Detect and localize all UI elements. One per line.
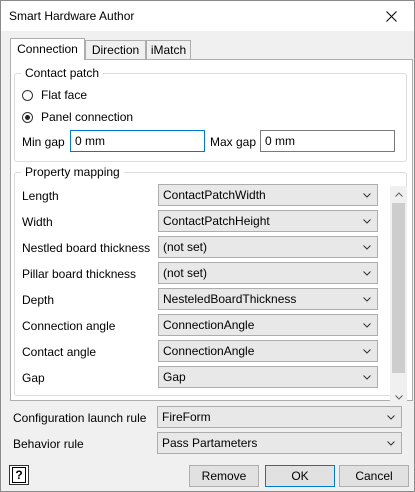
nestled-board-thickness-select[interactable]: (not set) [158, 236, 378, 258]
chevron-down-icon [363, 237, 371, 257]
flat-face-label: Flat face [41, 88, 88, 102]
window-title: Smart Hardware Author [9, 9, 135, 23]
depth-label: Depth [22, 293, 55, 307]
behavior-rule-label: Behavior rule [13, 437, 84, 451]
width-select[interactable]: ContactPatchHeight [158, 210, 378, 232]
nestled-board-thickness-label: Nestled board thickness [22, 241, 151, 255]
panel-connection-radio[interactable]: Panel connection [22, 110, 133, 124]
ok-button[interactable]: OK [265, 465, 335, 487]
chevron-down-icon [363, 263, 371, 283]
scroll-thumb[interactable] [392, 203, 405, 373]
help-button[interactable]: ? [9, 465, 29, 485]
close-button[interactable] [368, 1, 414, 31]
connection-tab-panel: Contact patch Flat face Panel connection… [10, 59, 413, 406]
chevron-down-icon [363, 211, 371, 231]
flat-face-radio[interactable]: Flat face [22, 88, 87, 102]
connection-angle-value: ConnectionAngle [163, 318, 255, 332]
min-gap-label: Min gap [22, 135, 65, 149]
configuration-launch-rule-label: Configuration launch rule [13, 411, 147, 425]
flat-face-radio-indicator[interactable] [22, 89, 33, 101]
behavior-rule-value: Pass Partameters [162, 436, 258, 450]
cancel-button[interactable]: Cancel [339, 465, 409, 487]
scroll-up-icon [394, 192, 403, 197]
depth-select[interactable]: NesteledBoardThickness [158, 288, 378, 310]
chevron-down-icon [363, 289, 371, 309]
gap-label: Gap [22, 371, 45, 385]
min-gap-input[interactable]: 0 mm [70, 130, 205, 152]
gap-value: Gap [163, 370, 186, 384]
width-label: Width [22, 215, 53, 229]
scroll-down-button[interactable] [390, 389, 407, 406]
chevron-down-icon [363, 185, 371, 205]
panel-connection-radio-indicator[interactable] [22, 111, 33, 123]
pillar-board-thickness-label: Pillar board thickness [22, 267, 137, 281]
pillar-board-thickness-value: (not set) [163, 266, 208, 280]
property-mapping-group: Property mapping Length ContactPatchWidt… [14, 165, 407, 406]
title-bar: Smart Hardware Author [1, 1, 414, 31]
property-mapping-legend: Property mapping [21, 165, 124, 179]
contact-patch-legend: Contact patch [21, 66, 104, 80]
remove-button[interactable]: Remove [189, 465, 259, 487]
length-value: ContactPatchWidth [163, 188, 266, 202]
nestled-board-thickness-value: (not set) [163, 240, 208, 254]
max-gap-label: Max gap [210, 135, 257, 149]
width-value: ContactPatchHeight [163, 214, 270, 228]
chevron-down-icon [387, 433, 395, 453]
connection-angle-label: Connection angle [22, 319, 116, 333]
connection-angle-select[interactable]: ConnectionAngle [158, 314, 378, 336]
tab-direction[interactable]: Direction [85, 40, 146, 59]
configuration-launch-rule-select[interactable]: FireForm [157, 406, 402, 428]
scroll-up-button[interactable] [390, 186, 407, 203]
close-icon [385, 10, 397, 22]
chevron-down-icon [363, 315, 371, 335]
contact-angle-label: Contact angle [22, 345, 97, 359]
property-mapping-scrollbar[interactable] [390, 186, 407, 406]
chevron-down-icon [363, 367, 371, 387]
length-select[interactable]: ContactPatchWidth [158, 184, 378, 206]
tab-imatch[interactable]: iMatch [146, 40, 191, 59]
contact-angle-select[interactable]: ConnectionAngle [158, 340, 378, 362]
tab-connection[interactable]: Connection [10, 38, 85, 60]
chevron-down-icon [363, 341, 371, 361]
behavior-rule-select[interactable]: Pass Partameters [157, 432, 402, 454]
contact-patch-group: Contact patch Flat face Panel connection… [14, 66, 407, 162]
length-label: Length [22, 189, 59, 203]
scroll-down-icon [394, 395, 403, 400]
dialog-window: Smart Hardware Author Connection Directi… [0, 0, 415, 492]
help-icon: ? [12, 467, 26, 483]
depth-value: NesteledBoardThickness [163, 292, 297, 306]
gap-select[interactable]: Gap [158, 366, 378, 388]
panel-connection-label: Panel connection [41, 110, 134, 124]
configuration-launch-rule-value: FireForm [162, 410, 211, 424]
max-gap-input[interactable]: 0 mm [260, 130, 395, 152]
contact-angle-value: ConnectionAngle [163, 344, 255, 358]
chevron-down-icon [387, 407, 395, 427]
pillar-board-thickness-select[interactable]: (not set) [158, 262, 378, 284]
